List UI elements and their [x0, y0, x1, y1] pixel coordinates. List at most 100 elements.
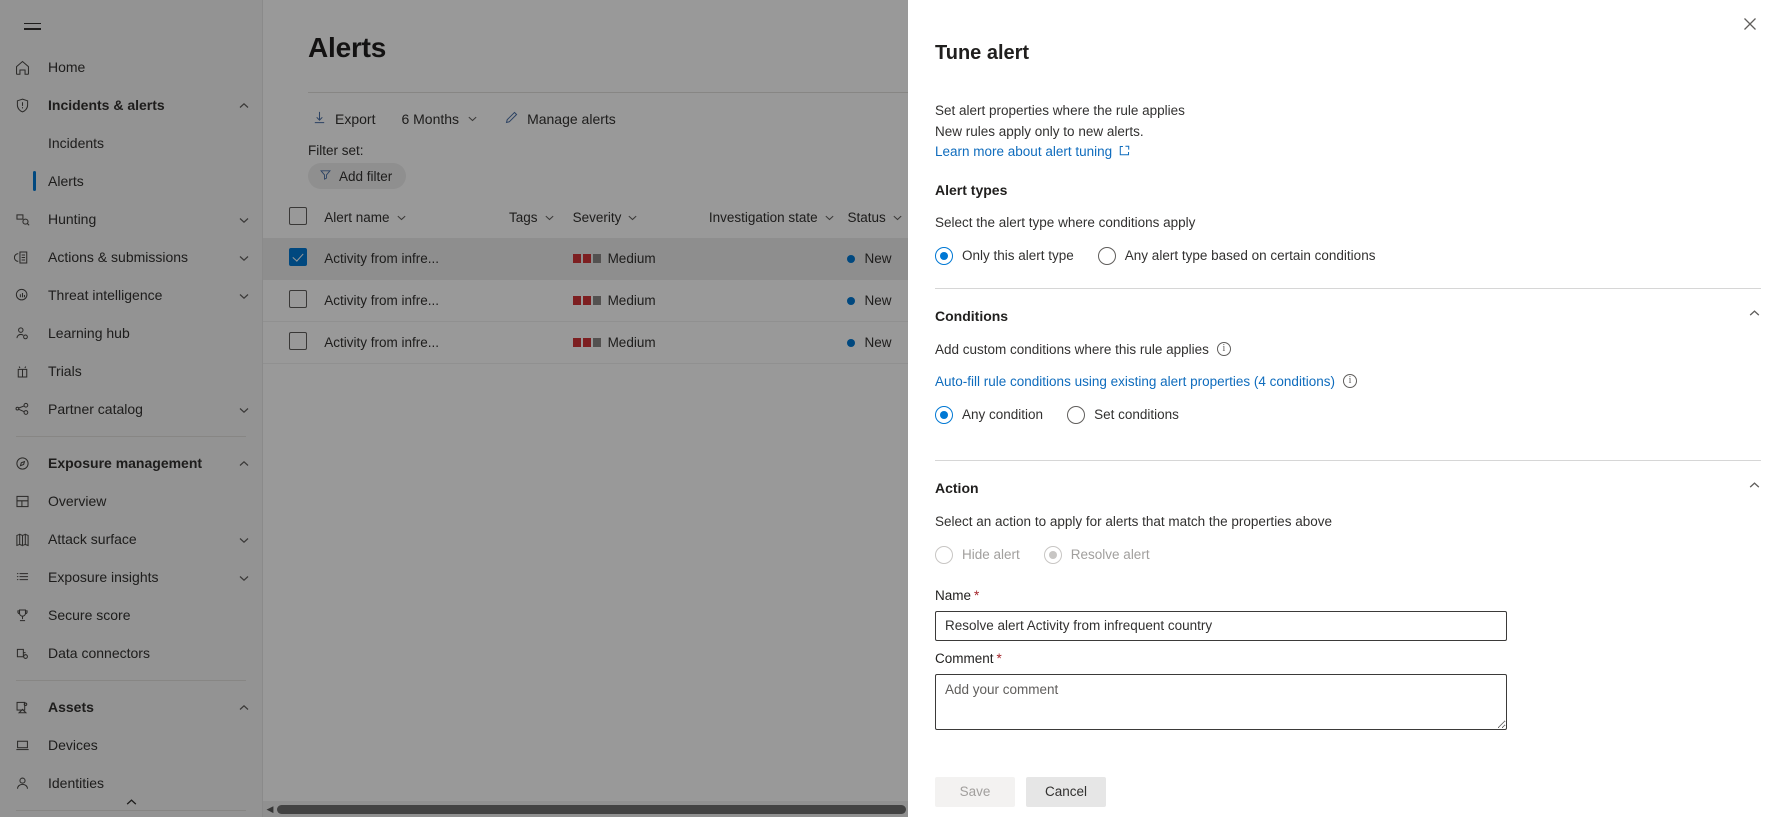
sidebar-item-label: Data connectors	[48, 645, 250, 661]
sidebar-item-label: Home	[48, 59, 250, 75]
chevron-up-icon[interactable]	[238, 701, 250, 713]
sidebar-collapse-toggle[interactable]	[0, 787, 263, 817]
description-line-2: New rules apply only to new alerts.	[935, 122, 1761, 143]
learn-more-link[interactable]: Learn more about alert tuning	[935, 142, 1130, 163]
action-section-header[interactable]: Action	[935, 479, 1761, 497]
trophy-icon	[14, 606, 36, 624]
chevron-down-icon[interactable]	[238, 213, 250, 225]
chevron-down-icon[interactable]	[238, 251, 250, 263]
sidebar-item-attack-surface[interactable]: Attack surface	[0, 520, 262, 558]
sidebar-item-trials[interactable]: Trials	[0, 352, 262, 390]
download-icon	[312, 110, 327, 128]
sidebar-item-secure-score[interactable]: Secure score	[0, 596, 262, 634]
horizontal-scrollbar[interactable]: ◀	[263, 801, 908, 817]
filter-icon	[319, 168, 332, 184]
status-label: New	[864, 335, 891, 350]
column-header-tags[interactable]: Tags	[509, 201, 573, 238]
conditions-subtext: Add custom conditions where this rule ap…	[935, 342, 1209, 357]
comment-field-label: Comment*	[935, 651, 1761, 666]
chevron-down-icon[interactable]	[238, 289, 250, 301]
cell-alert-name: Activity from infre...	[324, 280, 509, 322]
hamburger-icon[interactable]	[10, 4, 54, 48]
conditions-section-header[interactable]: Conditions	[935, 307, 1761, 325]
sidebar-item-incidents[interactable]: Incidents	[0, 124, 262, 162]
chevron-left-icon[interactable]: ◀	[263, 804, 277, 815]
severity-label: Medium	[608, 251, 656, 266]
sidebar-item-home[interactable]: Home	[0, 48, 262, 86]
partner-catalog-icon	[14, 400, 36, 418]
comment-textarea[interactable]	[935, 674, 1507, 730]
sidebar-item-partner-catalog[interactable]: Partner catalog	[0, 390, 262, 428]
table-row[interactable]: Activity from infre... Medium	[263, 238, 908, 280]
sidebar-item-exposure-insights[interactable]: Exposure insights	[0, 558, 262, 596]
status-dot-icon	[847, 297, 855, 305]
info-icon[interactable]: i	[1217, 342, 1231, 356]
export-label: Export	[335, 111, 375, 127]
sidebar-item-hunting[interactable]: Hunting	[0, 200, 262, 238]
sidebar-item-assets[interactable]: Assets	[0, 688, 262, 726]
sidebar-item-data-connectors[interactable]: Data connectors	[0, 634, 262, 672]
cancel-button[interactable]: Cancel	[1026, 777, 1106, 807]
sidebar-item-learning-hub[interactable]: Learning hub	[0, 314, 262, 352]
page-backdrop: Home Incidents & alerts Incidents	[0, 0, 908, 817]
add-filter-button[interactable]: Add filter	[308, 163, 406, 189]
hunting-icon	[14, 210, 36, 228]
chevron-down-icon	[892, 212, 903, 223]
sidebar-item-label: Exposure management	[48, 455, 238, 471]
radio-mark	[1067, 406, 1085, 424]
sidebar-item-exposure-management[interactable]: Exposure management	[0, 444, 262, 482]
sidebar-item-label: Secure score	[48, 607, 250, 623]
cell-tags	[509, 238, 573, 280]
cell-alert-name: Activity from infre...	[324, 322, 509, 364]
info-icon[interactable]: i	[1343, 374, 1357, 388]
cell-status: New	[847, 238, 908, 280]
alert-types-heading: Alert types	[935, 182, 1761, 198]
radio-any-alert-type[interactable]: Any alert type based on certain conditio…	[1098, 247, 1376, 265]
sidebar-item-label: Threat intelligence	[48, 287, 238, 303]
radio-only-this-alert-type[interactable]: Only this alert type	[935, 247, 1074, 265]
column-header-status[interactable]: Status	[847, 201, 908, 238]
row-checkbox[interactable]	[289, 290, 307, 308]
scrollbar-thumb[interactable]	[277, 805, 906, 814]
cell-tags	[509, 280, 573, 322]
pencil-icon	[504, 110, 519, 128]
row-checkbox[interactable]	[289, 248, 307, 266]
chevron-down-icon[interactable]	[238, 571, 250, 583]
comment-label-text: Comment	[935, 651, 994, 666]
chevron-up-icon[interactable]	[238, 99, 250, 111]
chevron-down-icon[interactable]	[238, 403, 250, 415]
select-all-checkbox[interactable]	[289, 207, 307, 225]
assets-icon	[14, 698, 36, 716]
column-header-investigation-state[interactable]: Investigation state	[709, 201, 848, 238]
radio-any-condition[interactable]: Any condition	[935, 406, 1043, 424]
sidebar-item-actions-and-submissions[interactable]: Actions & submissions	[0, 238, 262, 276]
name-label-text: Name	[935, 588, 971, 603]
chevron-up-icon[interactable]	[238, 457, 250, 469]
column-header-severity[interactable]: Severity	[573, 201, 709, 238]
save-button[interactable]: Save	[935, 777, 1015, 807]
row-checkbox[interactable]	[289, 332, 307, 350]
table-row[interactable]: Activity from infre... Medium	[263, 280, 908, 322]
sidebar-item-incidents-and-alerts[interactable]: Incidents & alerts	[0, 86, 262, 124]
close-icon[interactable]	[1734, 8, 1766, 40]
radio-set-conditions[interactable]: Set conditions	[1067, 406, 1179, 424]
sidebar-item-threat-intelligence[interactable]: Threat intelligence	[0, 276, 262, 314]
table-row[interactable]: Activity from infre... Medium	[263, 322, 908, 364]
sidebar-item-alerts[interactable]: Alerts	[0, 162, 262, 200]
export-button[interactable]: Export	[308, 106, 379, 132]
column-header-alert-name[interactable]: Alert name	[324, 201, 509, 238]
sidebar-item-overview[interactable]: Overview	[0, 482, 262, 520]
add-filter-label: Add filter	[339, 169, 392, 184]
chevron-up-icon[interactable]	[1748, 479, 1761, 497]
autofill-conditions-link[interactable]: Auto-fill rule conditions using existing…	[935, 374, 1335, 389]
chevron-up-icon[interactable]	[1748, 307, 1761, 325]
radio-mark	[1044, 546, 1062, 564]
name-field-label: Name*	[935, 588, 1761, 603]
sidebar-item-devices[interactable]: Devices	[0, 726, 262, 764]
timeframe-dropdown[interactable]: 6 Months	[397, 107, 482, 131]
manage-alerts-button[interactable]: Manage alerts	[500, 106, 620, 132]
name-input[interactable]	[935, 611, 1507, 641]
radio-label: Only this alert type	[962, 248, 1074, 263]
data-connectors-icon	[14, 644, 36, 662]
chevron-down-icon[interactable]	[238, 533, 250, 545]
